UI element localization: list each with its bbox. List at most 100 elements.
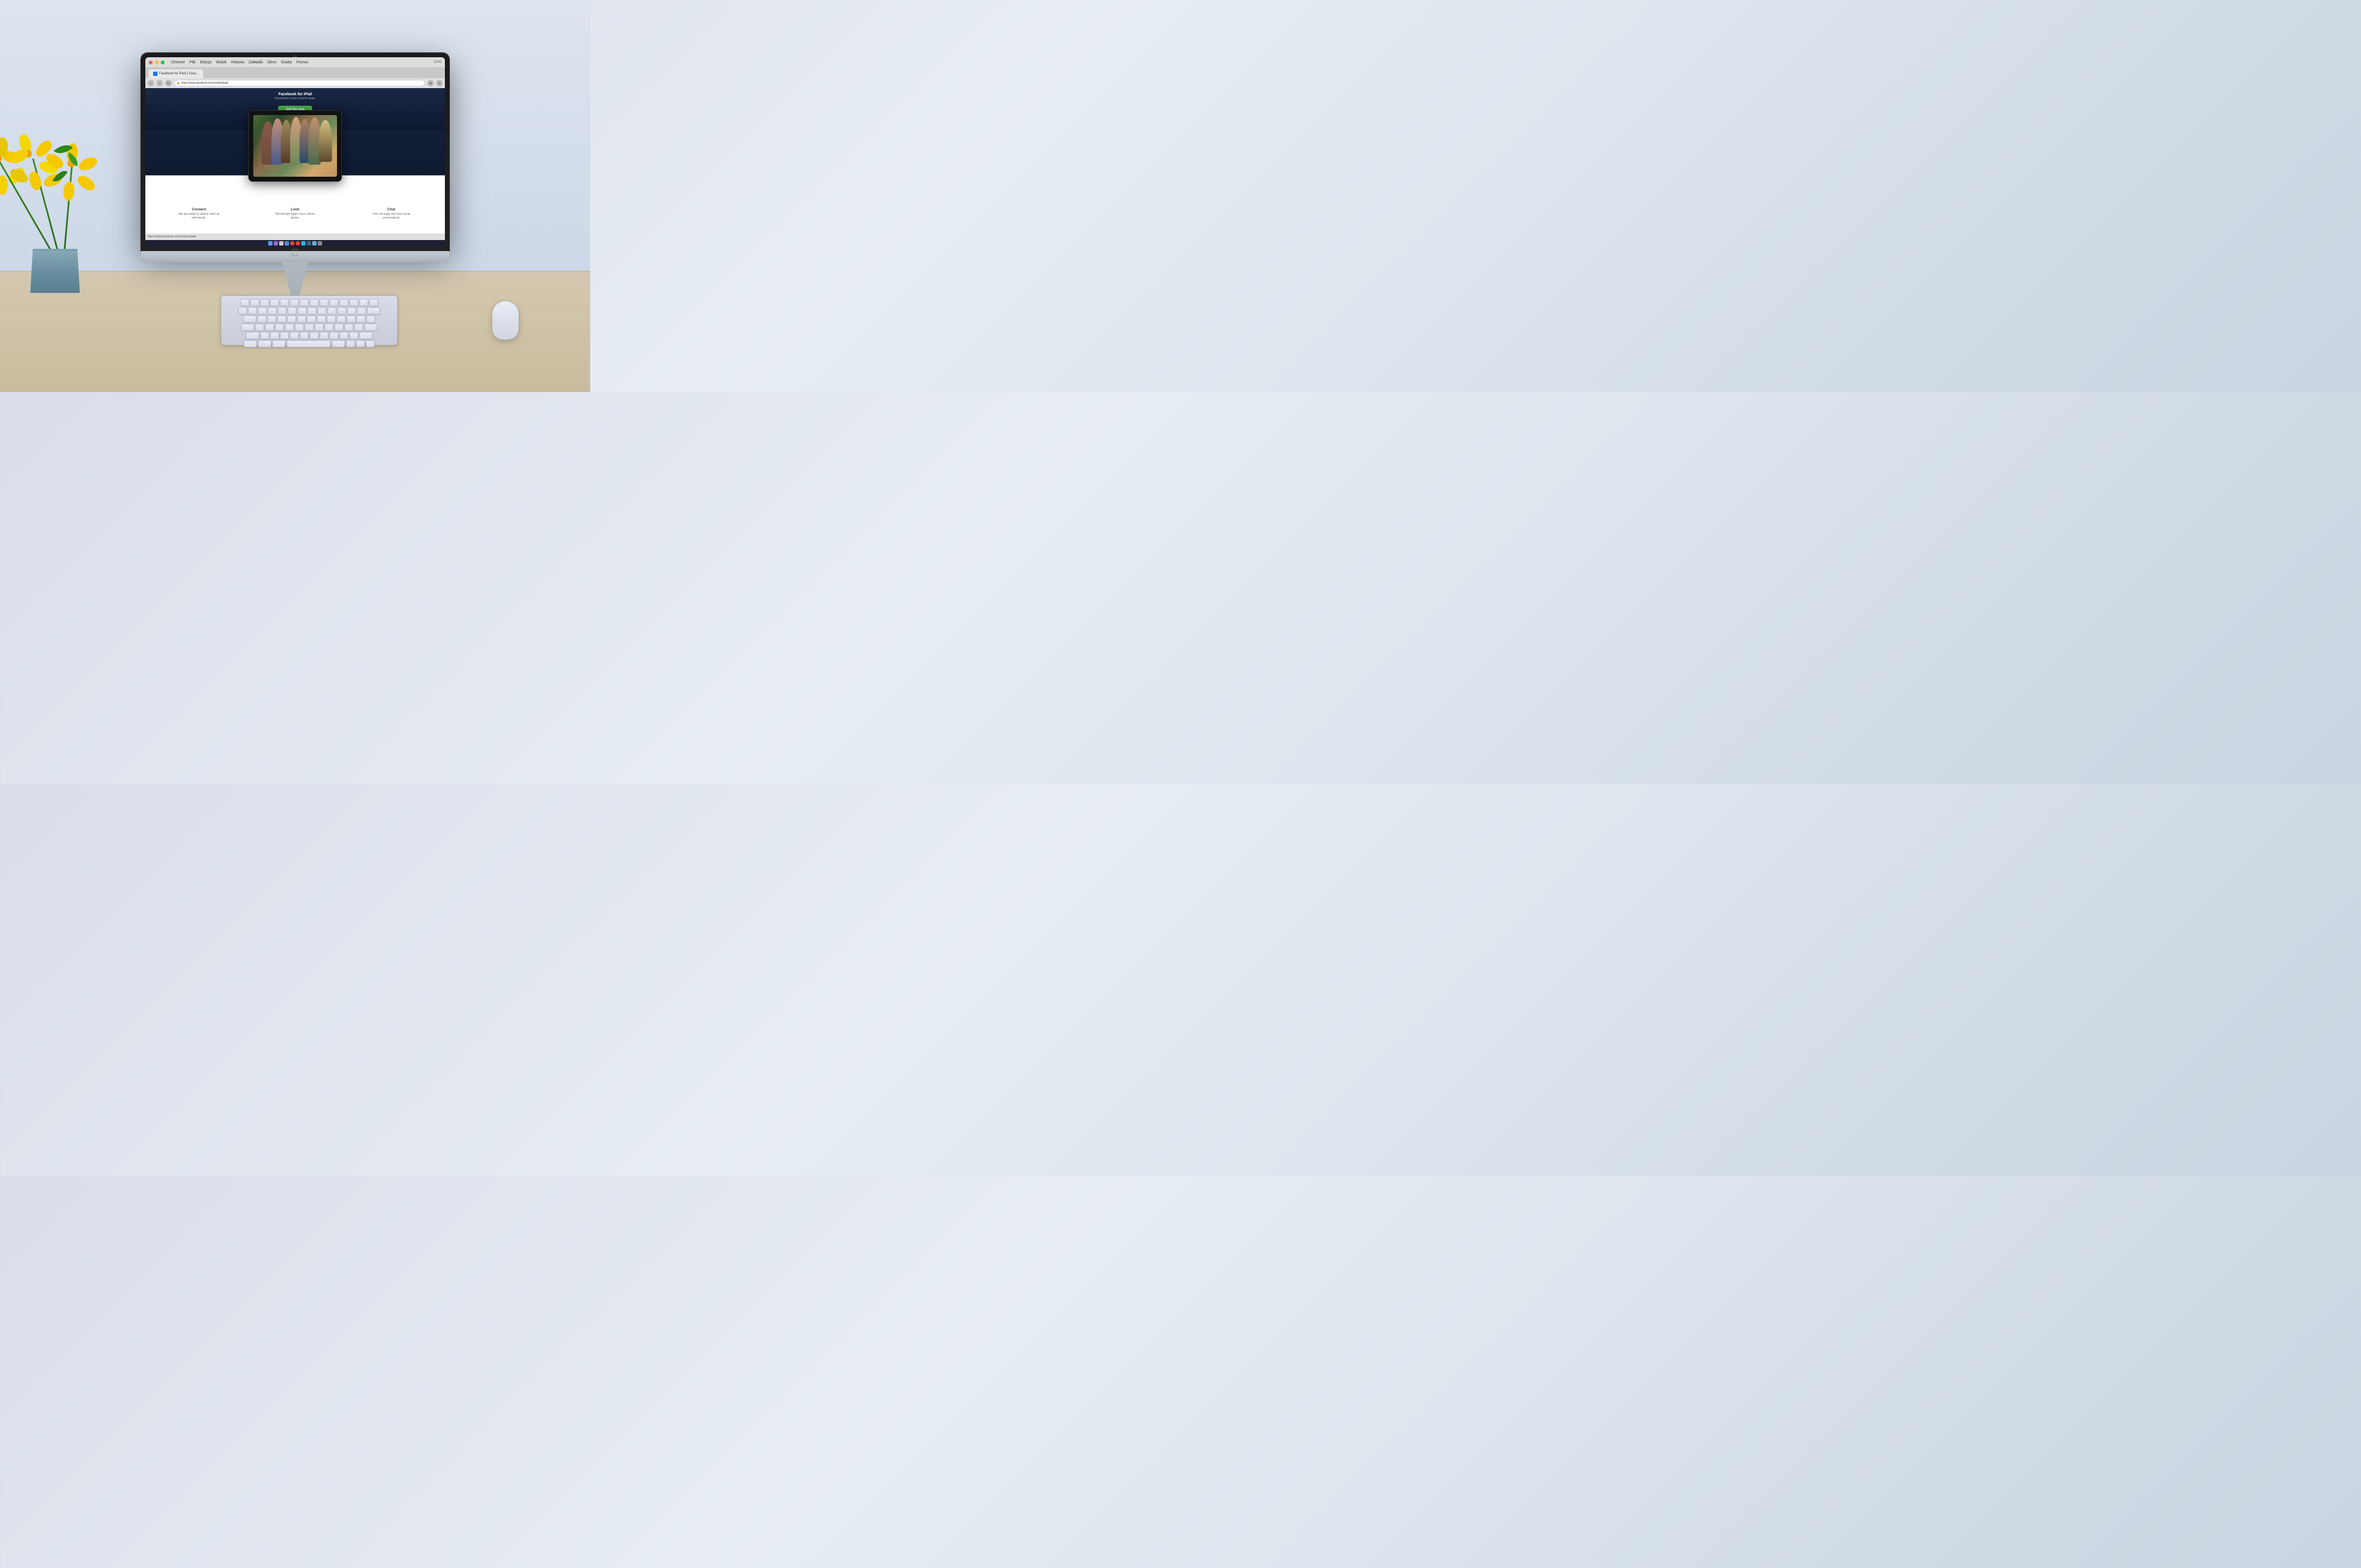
forward-button[interactable]: › bbox=[156, 80, 163, 86]
key-8[interactable] bbox=[318, 307, 327, 314]
menu-edycja[interactable]: Edycja bbox=[200, 61, 211, 64]
key-esc[interactable] bbox=[241, 299, 249, 306]
key-d[interactable] bbox=[275, 324, 284, 331]
dock-icon-finder[interactable] bbox=[268, 241, 273, 246]
key-o[interactable] bbox=[337, 315, 346, 323]
menu-chrome[interactable]: Chrome bbox=[171, 61, 185, 64]
menu-okno[interactable]: Okno bbox=[267, 61, 276, 64]
key-i[interactable] bbox=[327, 315, 336, 323]
key-c[interactable] bbox=[280, 332, 289, 339]
key-6[interactable] bbox=[298, 307, 307, 314]
key-comma[interactable] bbox=[330, 332, 339, 339]
dock-icon-firefox[interactable] bbox=[296, 241, 300, 246]
key-up[interactable] bbox=[356, 340, 365, 347]
dock-icon-trash[interactable] bbox=[318, 241, 322, 246]
dock-icon-system-prefs[interactable] bbox=[279, 241, 284, 246]
key-f11[interactable] bbox=[350, 299, 358, 306]
key-r[interactable] bbox=[287, 315, 296, 323]
dock-icon-safari[interactable] bbox=[285, 241, 289, 246]
key-5[interactable] bbox=[288, 307, 297, 314]
key-a[interactable] bbox=[255, 324, 264, 331]
address-bar[interactable]: 🔒 https://www.facebook.com/mobile/ipad bbox=[174, 80, 425, 86]
key-f6[interactable] bbox=[300, 299, 309, 306]
maximize-window-button[interactable] bbox=[161, 61, 165, 64]
key-space[interactable] bbox=[287, 340, 331, 347]
refresh-button[interactable]: ↻ bbox=[165, 80, 172, 86]
key-backspace[interactable] bbox=[367, 307, 380, 314]
key-caps[interactable] bbox=[241, 324, 254, 331]
key-del[interactable] bbox=[369, 299, 378, 306]
key-f1[interactable] bbox=[251, 299, 259, 306]
key-alt[interactable] bbox=[273, 340, 286, 347]
key-z[interactable] bbox=[260, 332, 269, 339]
dock-icon-launchpad[interactable] bbox=[274, 241, 278, 246]
key-f12[interactable] bbox=[360, 299, 368, 306]
dock-icon-skype[interactable] bbox=[301, 241, 306, 246]
menu-button[interactable]: ≡ bbox=[436, 80, 443, 86]
key-slash[interactable] bbox=[350, 332, 358, 339]
menu-osoby[interactable]: Osoby bbox=[281, 61, 292, 64]
key-9[interactable] bbox=[328, 307, 336, 314]
key-right[interactable] bbox=[366, 340, 375, 347]
key-y[interactable] bbox=[307, 315, 316, 323]
key-f8[interactable] bbox=[320, 299, 329, 306]
key-q[interactable] bbox=[258, 315, 266, 323]
key-f9[interactable] bbox=[330, 299, 339, 306]
bookmarks-button[interactable]: ★ bbox=[427, 80, 434, 86]
close-window-button[interactable] bbox=[149, 61, 153, 64]
key-f2[interactable] bbox=[260, 299, 269, 306]
key-f[interactable] bbox=[285, 324, 294, 331]
key-lbracket[interactable] bbox=[357, 315, 366, 323]
key-f10[interactable] bbox=[340, 299, 349, 306]
key-return[interactable] bbox=[365, 324, 378, 331]
key-shift-l[interactable] bbox=[246, 332, 259, 339]
key-equals[interactable] bbox=[357, 307, 366, 314]
menu-plik[interactable]: Plik bbox=[189, 61, 195, 64]
key-e[interactable] bbox=[278, 315, 286, 323]
key-cmd-r[interactable] bbox=[332, 340, 345, 347]
menu-zakladki[interactable]: Zakładki bbox=[248, 61, 263, 64]
key-n[interactable] bbox=[310, 332, 319, 339]
key-b[interactable] bbox=[300, 332, 309, 339]
key-k[interactable] bbox=[325, 324, 334, 331]
key-f3[interactable] bbox=[270, 299, 279, 306]
key-2[interactable] bbox=[258, 307, 267, 314]
key-x[interactable] bbox=[270, 332, 279, 339]
minimize-window-button[interactable] bbox=[155, 61, 159, 64]
key-ctrl[interactable] bbox=[258, 340, 271, 347]
key-j[interactable] bbox=[315, 324, 324, 331]
key-rbracket[interactable] bbox=[367, 315, 376, 323]
menu-historia[interactable]: Historia bbox=[231, 61, 244, 64]
key-period[interactable] bbox=[340, 332, 349, 339]
key-fn[interactable] bbox=[244, 340, 257, 347]
key-7[interactable] bbox=[308, 307, 317, 314]
key-minus[interactable] bbox=[347, 307, 356, 314]
key-g[interactable] bbox=[295, 324, 304, 331]
key-0[interactable] bbox=[338, 307, 346, 314]
key-l[interactable] bbox=[335, 324, 344, 331]
active-tab[interactable]: Facebook for iPad | Face... bbox=[149, 69, 203, 78]
key-w[interactable] bbox=[268, 315, 276, 323]
dock-icon-finder2[interactable] bbox=[312, 241, 317, 246]
menu-pomoc[interactable]: Pomoc bbox=[296, 61, 308, 64]
key-m[interactable] bbox=[320, 332, 329, 339]
key-3[interactable] bbox=[268, 307, 277, 314]
dock-icon-photoshop[interactable] bbox=[307, 241, 311, 246]
key-left[interactable] bbox=[346, 340, 355, 347]
menu-widok[interactable]: Widok bbox=[216, 61, 226, 64]
key-f7[interactable] bbox=[310, 299, 319, 306]
key-backtick[interactable] bbox=[238, 307, 247, 314]
key-f4[interactable] bbox=[280, 299, 289, 306]
back-button[interactable]: ‹ bbox=[148, 80, 154, 86]
key-quote[interactable] bbox=[355, 324, 363, 331]
key-h[interactable] bbox=[305, 324, 314, 331]
key-tab[interactable] bbox=[243, 315, 257, 323]
key-t[interactable] bbox=[297, 315, 306, 323]
key-shift-r[interactable] bbox=[360, 332, 373, 339]
key-s[interactable] bbox=[265, 324, 274, 331]
key-u[interactable] bbox=[317, 315, 326, 323]
key-v[interactable] bbox=[290, 332, 299, 339]
key-1[interactable] bbox=[248, 307, 257, 314]
key-f5[interactable] bbox=[290, 299, 299, 306]
dock-icon-chrome[interactable] bbox=[290, 241, 295, 246]
